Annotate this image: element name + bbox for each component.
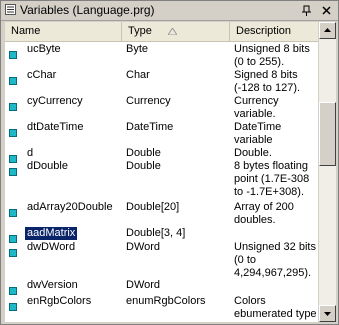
variable-description: 8 bytes floating point (1.7E-308 to -1.7E+… (234, 160, 318, 199)
description-line: to -1.7E+308). (234, 186, 305, 198)
variable-type: Currency (126, 95, 171, 107)
variable-type: Double[20] (126, 201, 180, 213)
description-line: variable (234, 134, 273, 146)
variables-window-icon (5, 4, 16, 15)
description-line: Double. (234, 147, 272, 159)
variable-type: Double (126, 147, 161, 159)
variable-icon (9, 235, 17, 243)
description-line: ebumerated type (234, 308, 317, 320)
variable-type: Char (126, 69, 150, 81)
window-title: Variables (Language.prg) (20, 3, 155, 17)
variable-name: dDouble (27, 160, 68, 172)
description-line: Unsigned 32 bits (234, 241, 316, 253)
variable-name: dwDWord (27, 241, 76, 253)
variable-name: cChar (27, 69, 57, 81)
variable-description: DateTime variable (234, 121, 318, 147)
description-line: variable. (234, 108, 276, 120)
description-line: Colors (234, 295, 266, 307)
variable-name: dwVersion (27, 279, 78, 291)
variable-description: Double. (234, 147, 318, 160)
variable-name: cyCurrency (27, 95, 83, 107)
variable-name: d (27, 147, 34, 159)
column-type-label: Type (128, 25, 152, 37)
variables-window: Variables (Language.prg) Name Type Descr… (0, 0, 339, 325)
description-line: 4,294,967,295). (234, 267, 312, 279)
description-line: doubles. (234, 214, 276, 226)
arrow-up-icon (324, 28, 331, 32)
close-icon[interactable] (320, 4, 333, 17)
scrollbar-thumb[interactable] (319, 102, 336, 166)
variable-description: Colors ebumerated type (234, 295, 318, 321)
variable-type: Double[3, 4] (126, 227, 186, 239)
scroll-up-button[interactable] (319, 22, 336, 39)
variable-type: DateTime (126, 121, 174, 133)
scroll-down-button[interactable] (319, 305, 336, 322)
column-header-name[interactable]: Name (5, 22, 122, 41)
vertical-scrollbar[interactable] (319, 22, 336, 322)
variable-type: DWord (126, 279, 161, 291)
variable-icon (9, 155, 17, 163)
variable-icon (9, 209, 17, 217)
variable-icon (9, 129, 17, 137)
description-line: (-128 to 127). (234, 82, 301, 94)
column-name-label: Name (11, 25, 41, 37)
variable-icon (9, 249, 17, 257)
variable-icon (9, 77, 17, 85)
variable-description: Unsigned 8 bits (0 to 255). (234, 43, 318, 69)
variable-type: Double (126, 160, 161, 172)
description-line: Array of 200 (234, 201, 294, 213)
variable-icon (9, 103, 17, 111)
description-line: point (1.7E-308 (234, 173, 310, 185)
variable-icon (9, 303, 17, 311)
description-line: Signed 8 bits (234, 69, 298, 81)
variable-name: enRgbColors (27, 295, 92, 307)
column-header-description[interactable]: Description (230, 22, 318, 41)
variable-icon (9, 168, 17, 176)
variable-icon (9, 51, 17, 59)
pin-icon[interactable] (300, 4, 314, 17)
description-line: Unsigned 8 bits (234, 43, 310, 55)
column-description-label: Description (236, 25, 292, 37)
variable-type: Byte (126, 43, 149, 55)
sort-ascending-icon (168, 28, 177, 35)
variable-description: Signed 8 bits (-128 to 127). (234, 69, 318, 95)
column-header: Name Type Description (5, 22, 318, 42)
variable-type: DWord (126, 241, 161, 253)
description-line: DateTime (234, 121, 282, 133)
variable-description: Currency variable. (234, 95, 318, 121)
variable-icon (9, 287, 17, 295)
variable-description: Unsigned 32 bits (0 to 4,294,967,295). (234, 241, 318, 280)
description-line: 8 bytes floating (234, 160, 308, 172)
title-bar[interactable]: Variables (Language.prg) (1, 1, 338, 21)
variable-type: enumRgbColors (126, 295, 206, 307)
variable-name: ucByte (27, 43, 61, 55)
variables-list[interactable]: ucByte Byte Unsigned 8 bits (0 to 255). cCha… (5, 42, 318, 322)
variable-name: aadMatrix (23, 226, 79, 241)
variable-name: adArray20Double (27, 201, 113, 213)
description-line: (0 to (234, 254, 257, 266)
arrow-down-icon (324, 312, 331, 316)
description-line: Currency (234, 95, 279, 107)
variable-description: Array of 200 doubles. (234, 201, 318, 227)
description-line: (0 to 255). (234, 56, 285, 68)
variable-name: dtDateTime (27, 121, 84, 133)
